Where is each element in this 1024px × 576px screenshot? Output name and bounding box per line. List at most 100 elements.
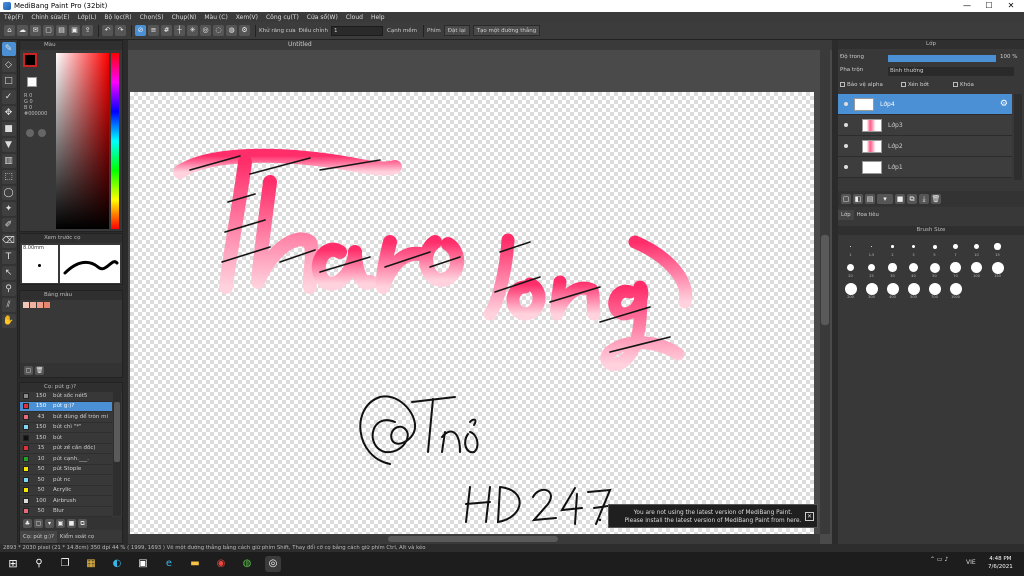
layer-settings-icon[interactable]: ⚙ — [1000, 99, 1008, 109]
layer-add-halftone-icon[interactable]: ◧ — [853, 194, 863, 204]
snap-parallel-icon[interactable]: ≡ — [148, 25, 159, 36]
brush-size-cell[interactable]: 1 — [840, 236, 861, 257]
lock-checkbox[interactable] — [953, 82, 959, 87]
document-tab[interactable]: Untitled — [128, 40, 832, 50]
hue-slider[interactable] — [111, 53, 119, 229]
brush-size-cell[interactable]: 15 — [987, 236, 1008, 257]
tab-brush-control[interactable]: Kiểm soát cọ — [57, 531, 97, 543]
clock[interactable]: 4:48 PM 7/6/2021 — [988, 555, 1013, 571]
comment-icon[interactable]: ✉ — [30, 25, 41, 36]
brush-size-cell[interactable]: 10 — [966, 236, 987, 257]
brush-size-cell[interactable]: 700 — [924, 278, 945, 299]
secondary-color-swatch[interactable] — [27, 77, 37, 87]
snap-cross-icon[interactable]: ┼ — [174, 25, 185, 36]
layer-merge-icon[interactable]: ⤓ — [919, 194, 929, 204]
brush-import-icon[interactable]: ▾ — [45, 519, 54, 528]
color-saturation-field[interactable] — [56, 53, 109, 229]
menu-layer[interactable]: Lớp(L) — [78, 14, 97, 21]
clipping-checkbox[interactable] — [900, 82, 906, 87]
drawing-canvas[interactable] — [130, 92, 814, 534]
palette-delete-icon[interactable]: 🗑 — [35, 365, 44, 375]
palette-swatch[interactable] — [37, 302, 43, 308]
menu-color[interactable]: Màu (C) — [204, 14, 227, 21]
layer-new-icon[interactable]: ▢ — [841, 194, 851, 204]
menu-window[interactable]: Cửa sổ(W) — [307, 14, 338, 21]
brush-size-cell[interactable]: 1000 — [945, 278, 966, 299]
export-icon[interactable]: ⇪ — [82, 25, 93, 36]
layer-folder-icon[interactable]: ■ — [895, 194, 905, 204]
canvas-area[interactable]: Untitled — [128, 40, 832, 544]
opacity-slider[interactable] — [888, 55, 996, 62]
brush-list-item[interactable]: 50 pút Stople — [20, 465, 112, 475]
new-icon[interactable]: ▢ — [43, 25, 54, 36]
menu-edit[interactable]: Chỉnh sửa(E) — [31, 14, 69, 21]
tab-layer[interactable]: Lớp — [838, 210, 854, 220]
edge-label[interactable]: Cạnh mềm — [387, 28, 417, 34]
store-icon[interactable]: ▣ — [135, 556, 151, 572]
menu-filter[interactable]: Bộ lọc(R) — [104, 14, 131, 21]
layer-row[interactable]: Lớp2 — [838, 136, 1012, 157]
chrome-icon[interactable]: ◉ — [213, 556, 229, 572]
snap-circle-icon[interactable]: ◎ — [200, 25, 211, 36]
primary-color-swatch[interactable] — [23, 53, 37, 67]
brush-size-cell[interactable]: 30 — [882, 257, 903, 278]
redo-icon[interactable]: ↷ — [115, 25, 126, 36]
palette-swatch[interactable] — [44, 302, 50, 308]
cloud-icon[interactable]: ☁ — [17, 25, 28, 36]
dot-tool-icon[interactable]: ✓ — [1, 90, 16, 104]
brush-list-scrollbar[interactable] — [113, 392, 121, 516]
brush-list-item[interactable]: 50 Blur — [20, 507, 112, 517]
visibility-icon[interactable] — [844, 165, 848, 169]
brush-list-item[interactable]: 50 Acrylic — [20, 486, 112, 496]
brush-copy-icon[interactable]: ⧉ — [78, 519, 87, 528]
snap-grid-icon[interactable]: # — [161, 25, 172, 36]
protect-alpha-checkbox[interactable] — [840, 82, 845, 87]
layer-duplicate-icon[interactable]: ⧉ — [907, 194, 917, 204]
maximize-button[interactable]: ☐ — [978, 0, 1000, 12]
brush-list-item[interactable]: 150 bút chì "*" — [20, 423, 112, 433]
select-eraser-tool-icon[interactable]: ⌫ — [1, 234, 16, 248]
layer-row[interactable]: Lớp1 — [838, 157, 1012, 178]
brush-size-cell[interactable]: 7 — [945, 236, 966, 257]
menu-view[interactable]: Xem(V) — [236, 14, 258, 21]
correction-label[interactable]: Khử răng cưa — [259, 28, 296, 34]
layer-add-menu-icon[interactable]: ▾ — [877, 194, 893, 204]
brush-size-cell[interactable]: 200 — [840, 278, 861, 299]
notice-close-icon[interactable]: ✕ — [805, 512, 814, 521]
brush-size-cell[interactable]: 500 — [903, 278, 924, 299]
brush-new-icon[interactable]: ▢ — [34, 519, 43, 528]
brush-list-item[interactable]: 10 pút cạnh.___. — [20, 454, 112, 465]
brush-size-cell[interactable]: 70 — [945, 257, 966, 278]
language-indicator[interactable]: VIE — [966, 559, 976, 566]
undo-icon[interactable]: ↶ — [102, 25, 113, 36]
menu-tools[interactable]: Công cụ(T) — [266, 14, 299, 21]
visibility-icon[interactable] — [844, 123, 848, 127]
brush-size-cell[interactable]: 150 — [987, 257, 1008, 278]
layer-row[interactable]: Lớp4 ⚙ — [838, 94, 1012, 115]
gradient-tool-icon[interactable]: ▥ — [1, 154, 16, 168]
brush-list-item[interactable]: 150 pút g:)? — [20, 401, 112, 412]
tab-brush[interactable]: Cọ: pút g:)? — [20, 531, 57, 543]
blend-mode-select[interactable]: Bình thường — [888, 67, 1014, 76]
palette-swatch[interactable] — [23, 302, 29, 308]
brush-size-cell[interactable]: 400 — [882, 278, 903, 299]
bucket-tool-icon[interactable]: ▼ — [1, 138, 16, 152]
fill-rect-tool-icon[interactable]: ■ — [1, 122, 16, 136]
visibility-icon[interactable] — [844, 144, 848, 148]
brush-size-cell[interactable]: 50 — [924, 257, 945, 278]
notice-line-2[interactable]: Please install the latest version of Med… — [609, 517, 817, 525]
search-icon[interactable]: ⚲ — [31, 556, 47, 572]
brush-list-item[interactable]: 50 pút nc — [20, 475, 112, 486]
select-pen-tool-icon[interactable]: ✐ — [1, 218, 16, 232]
brush-folder-icon[interactable]: ■ — [67, 519, 76, 528]
file-explorer-icon[interactable]: ▦ — [83, 556, 99, 572]
save-icon[interactable]: ▣ — [69, 25, 80, 36]
brush-size-cell[interactable]: 20 — [840, 257, 861, 278]
update-notice[interactable]: You are not using the latest version of … — [608, 504, 818, 528]
menu-help[interactable]: Help — [371, 14, 385, 21]
straight-line-button[interactable]: Tạo một đường thẳng — [472, 25, 541, 36]
adjust-select[interactable]: 1 — [331, 25, 383, 36]
brush-size-cell[interactable]: 25 — [861, 257, 882, 278]
brush-tool-icon[interactable]: ✎ — [1, 42, 16, 56]
layer-delete-icon[interactable]: 🗑 — [931, 194, 941, 204]
